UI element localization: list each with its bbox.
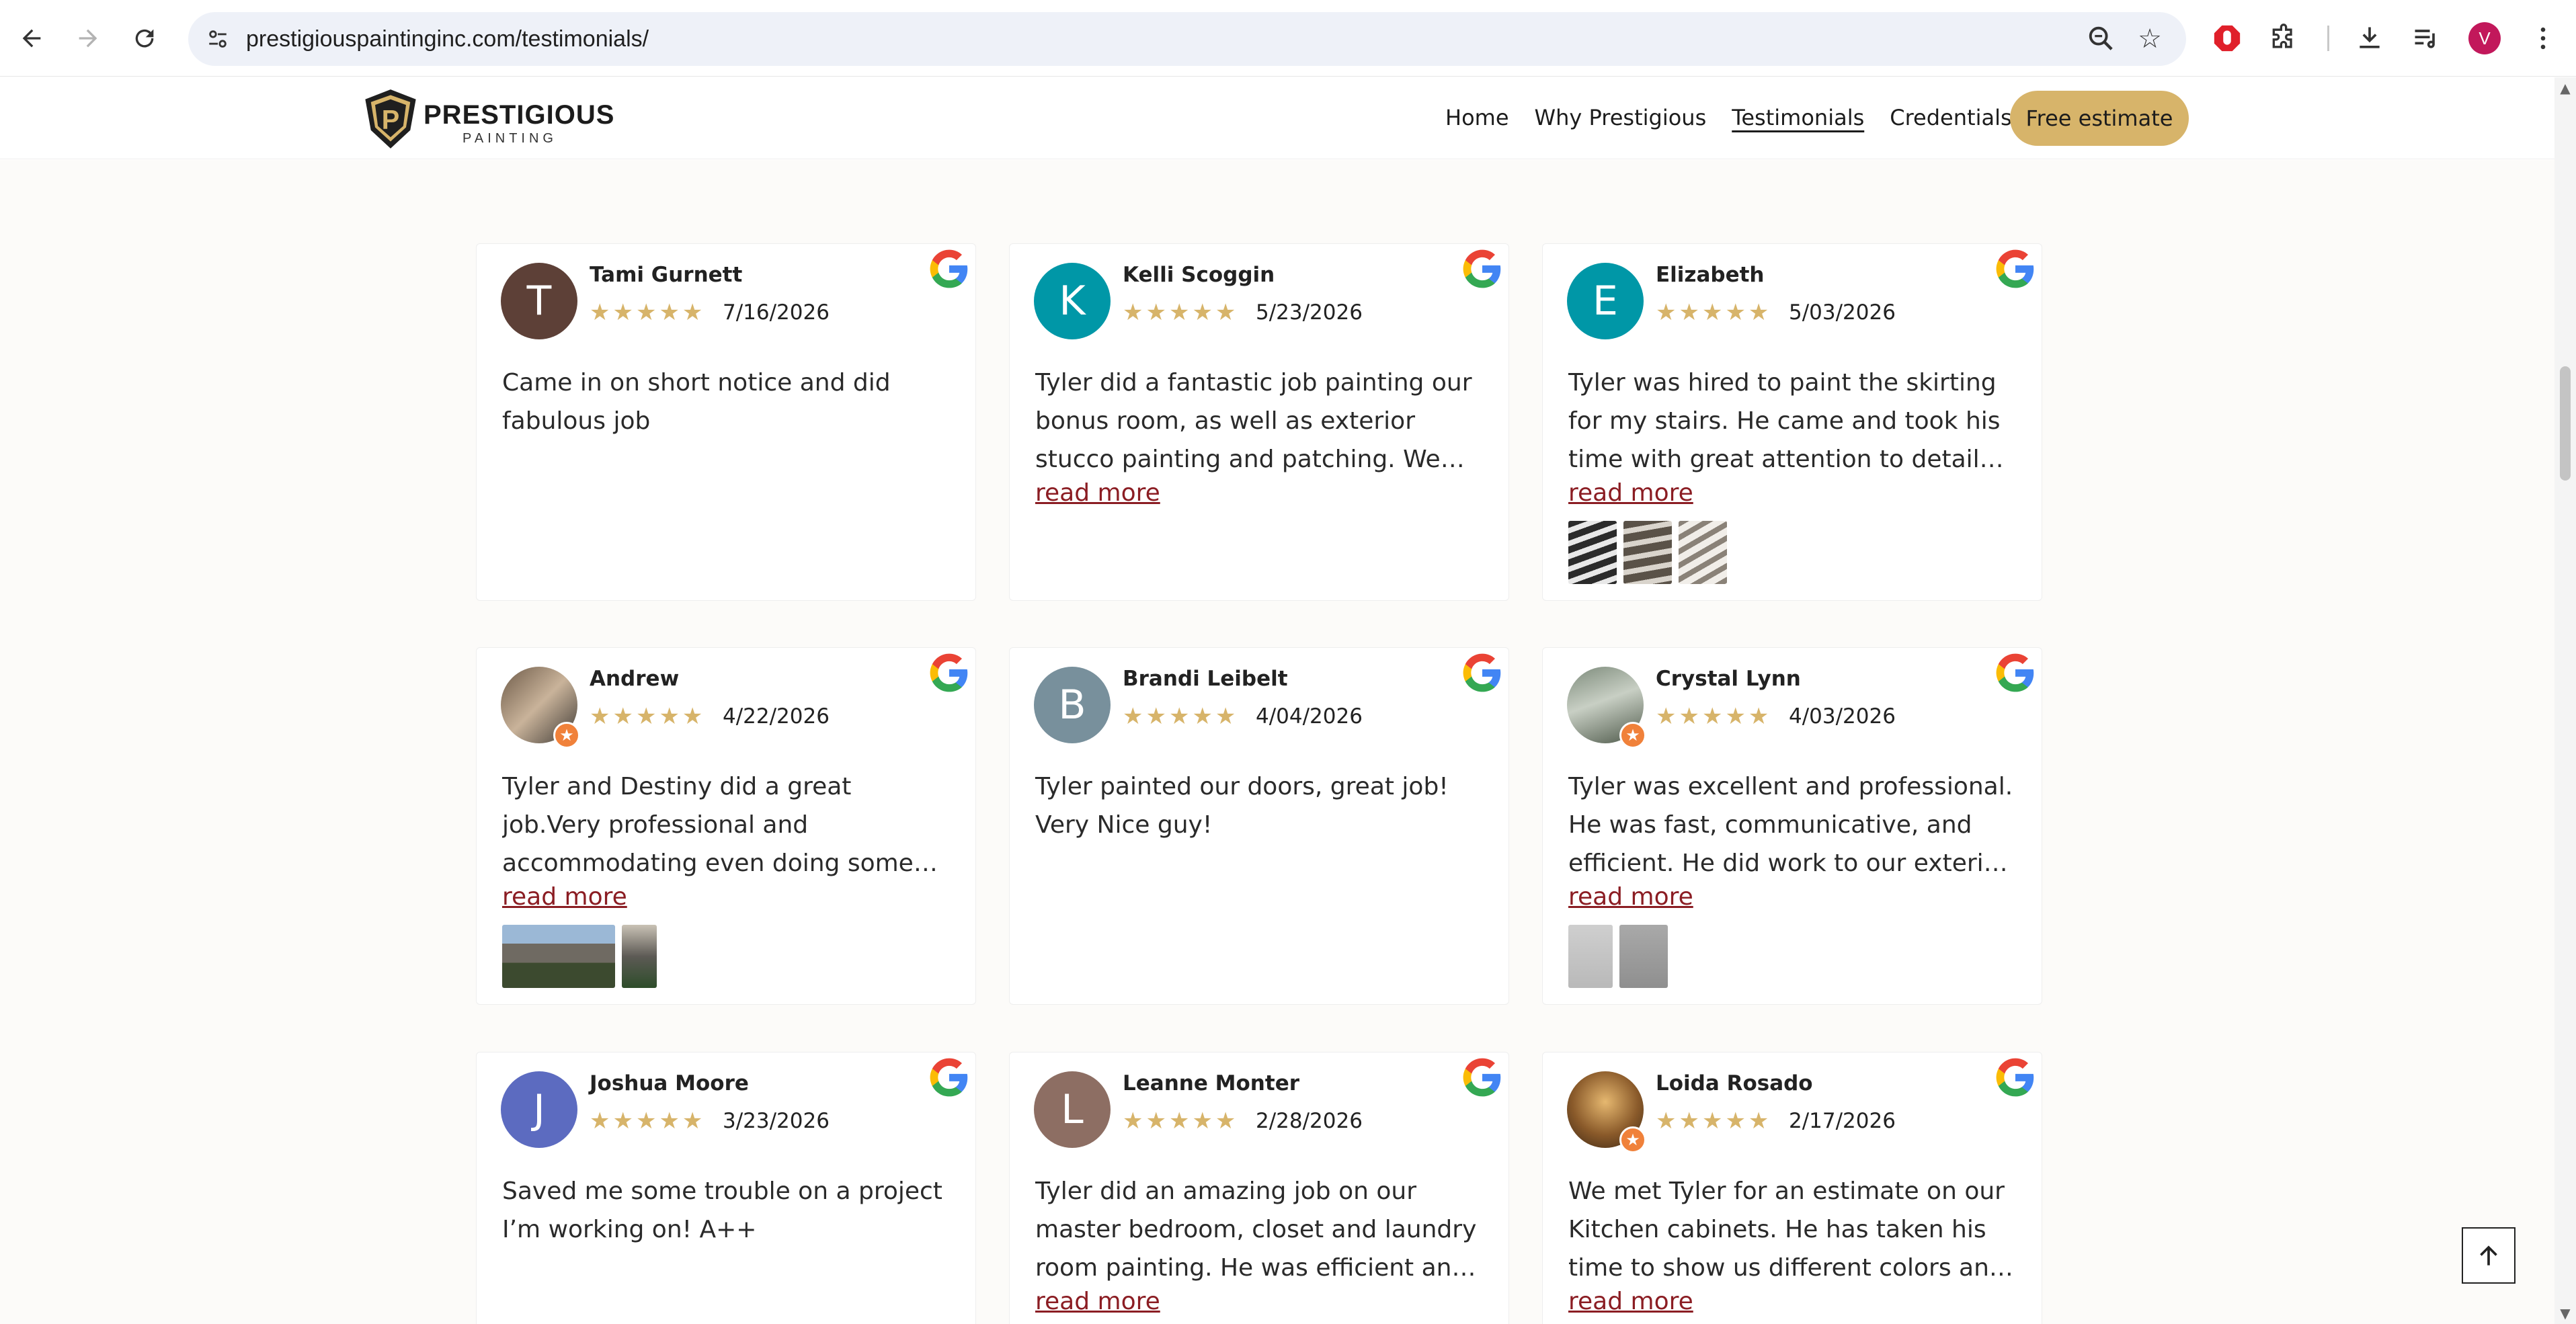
reviewer-name: Tami Gurnett bbox=[590, 263, 743, 287]
review-card: E Elizabeth ★★★★★ 5/03/2026 Tyler was hi… bbox=[1542, 243, 2042, 601]
review-text: Tyler was hired to paint the skirting fo… bbox=[1568, 369, 2001, 473]
read-more-link[interactable]: read more bbox=[1568, 479, 1693, 507]
google-logo-icon bbox=[930, 1058, 968, 1097]
review-photo-thumbnail[interactable] bbox=[1568, 521, 1617, 584]
read-more-link[interactable]: read more bbox=[1035, 1288, 1160, 1315]
google-logo-icon bbox=[930, 653, 968, 692]
review-date: 2/17/2026 bbox=[1789, 1109, 1896, 1133]
review-date: 5/23/2026 bbox=[1256, 300, 1363, 325]
scrollbar-thumb[interactable] bbox=[2560, 366, 2571, 481]
star-rating: ★★★★★ bbox=[1656, 703, 1772, 730]
review-photo-thumbnail[interactable] bbox=[502, 925, 615, 988]
reviews-grid: T Tami Gurnett ★★★★★ 7/16/2026 Came in o… bbox=[0, 0, 2554, 1324]
read-more-link[interactable]: read more bbox=[1035, 479, 1160, 507]
review-photos bbox=[1568, 521, 1727, 584]
review-photo-thumbnail[interactable] bbox=[1619, 925, 1668, 988]
review-text: Saved me some trouble on a project I’m w… bbox=[502, 1177, 942, 1243]
google-logo-icon bbox=[1463, 1058, 1501, 1097]
review-date: 3/23/2026 bbox=[723, 1109, 830, 1133]
reviewer-avatar: L bbox=[1034, 1071, 1111, 1148]
reviewer-name: Brandi Leibelt bbox=[1123, 667, 1288, 691]
local-guide-badge-icon: ★ bbox=[553, 722, 580, 749]
read-more-link[interactable]: read more bbox=[1568, 1288, 1693, 1315]
star-rating: ★★★★★ bbox=[1656, 299, 1772, 326]
page-scrollbar[interactable]: ▲ ▼ bbox=[2554, 77, 2576, 1324]
review-photo-thumbnail[interactable] bbox=[1623, 521, 1672, 584]
star-rating: ★★★★★ bbox=[1123, 1108, 1239, 1134]
reviewer-name: Elizabeth bbox=[1656, 263, 1765, 287]
review-text: Came in on short notice and did fabulous… bbox=[502, 369, 891, 435]
review-photos bbox=[1568, 925, 1668, 988]
review-date: 4/22/2026 bbox=[723, 704, 830, 729]
star-rating: ★★★★★ bbox=[590, 703, 706, 730]
google-logo-icon bbox=[1463, 249, 1501, 288]
review-date: 4/04/2026 bbox=[1256, 704, 1363, 729]
review-text: Tyler and Destiny did a great job.Very p… bbox=[502, 773, 914, 877]
reviewer-name: Andrew bbox=[590, 667, 680, 691]
read-more-link[interactable]: read more bbox=[502, 883, 627, 911]
scroll-down-arrow-icon[interactable]: ▼ bbox=[2559, 1305, 2572, 1321]
review-text: Tyler painted our doors, great job! Very… bbox=[1035, 773, 1449, 839]
reviewer-avatar: K bbox=[1034, 263, 1111, 339]
review-date: 2/28/2026 bbox=[1256, 1109, 1363, 1133]
review-card: L Leanne Monter ★★★★★ 2/28/2026 Tyler di… bbox=[1009, 1052, 1509, 1324]
arrow-up-icon bbox=[2480, 1245, 2497, 1266]
review-date: 7/16/2026 bbox=[723, 300, 830, 325]
reviewer-name: Crystal Lynn bbox=[1656, 667, 1801, 691]
google-logo-icon bbox=[1996, 249, 2034, 288]
review-photo-thumbnail[interactable] bbox=[1568, 925, 1613, 988]
local-guide-badge-icon: ★ bbox=[1619, 1126, 1646, 1153]
reviewer-avatar: T bbox=[501, 263, 577, 339]
review-text: We met Tyler for an estimate on our Kitc… bbox=[1568, 1177, 2005, 1282]
reviewer-name: Loida Rosado bbox=[1656, 1071, 1813, 1095]
review-date: 5/03/2026 bbox=[1789, 300, 1896, 325]
star-rating: ★★★★★ bbox=[1123, 299, 1239, 326]
read-more-link[interactable]: read more bbox=[1568, 883, 1693, 911]
google-logo-icon bbox=[1996, 1058, 2034, 1097]
star-rating: ★★★★★ bbox=[590, 1108, 706, 1134]
review-photo-thumbnail[interactable] bbox=[622, 925, 657, 988]
reviewer-avatar: J bbox=[501, 1071, 577, 1148]
review-photo-thumbnail[interactable] bbox=[1679, 521, 1727, 584]
reviewer-name: Kelli Scoggin bbox=[1123, 263, 1275, 287]
review-card: ★ Loida Rosado ★★★★★ 2/17/2026 We met Ty… bbox=[1542, 1052, 2042, 1324]
review-card: ★ Andrew ★★★★★ 4/22/2026 Tyler and Desti… bbox=[476, 647, 976, 1005]
star-rating: ★★★★★ bbox=[590, 299, 706, 326]
review-text: Tyler did a fantastic job painting our b… bbox=[1035, 369, 1472, 473]
review-photos bbox=[502, 925, 657, 988]
google-logo-icon bbox=[1463, 653, 1501, 692]
review-card: B Brandi Leibelt ★★★★★ 4/04/2026 Tyler p… bbox=[1009, 647, 1509, 1005]
review-card: ★ Crystal Lynn ★★★★★ 4/03/2026 Tyler was… bbox=[1542, 647, 2042, 1005]
review-text: Tyler was excellent and professional. He… bbox=[1568, 773, 2013, 877]
local-guide-badge-icon: ★ bbox=[1619, 722, 1646, 749]
review-date: 4/03/2026 bbox=[1789, 704, 1896, 729]
scroll-up-arrow-icon[interactable]: ▲ bbox=[2559, 80, 2572, 96]
reviewer-avatar: B bbox=[1034, 667, 1111, 743]
google-logo-icon bbox=[1996, 653, 2034, 692]
review-card: T Tami Gurnett ★★★★★ 7/16/2026 Came in o… bbox=[476, 243, 976, 601]
reviewer-name: Leanne Monter bbox=[1123, 1071, 1300, 1095]
google-logo-icon bbox=[930, 249, 968, 288]
review-card: J Joshua Moore ★★★★★ 3/23/2026 Saved me … bbox=[476, 1052, 976, 1324]
review-text: Tyler did an amazing job on our master b… bbox=[1035, 1177, 1477, 1282]
reviewer-name: Joshua Moore bbox=[590, 1071, 749, 1095]
star-rating: ★★★★★ bbox=[1656, 1108, 1772, 1134]
review-card: K Kelli Scoggin ★★★★★ 5/23/2026 Tyler di… bbox=[1009, 243, 1509, 601]
back-to-top-button[interactable] bbox=[2462, 1227, 2515, 1284]
reviewer-avatar: E bbox=[1567, 263, 1644, 339]
star-rating: ★★★★★ bbox=[1123, 703, 1239, 730]
